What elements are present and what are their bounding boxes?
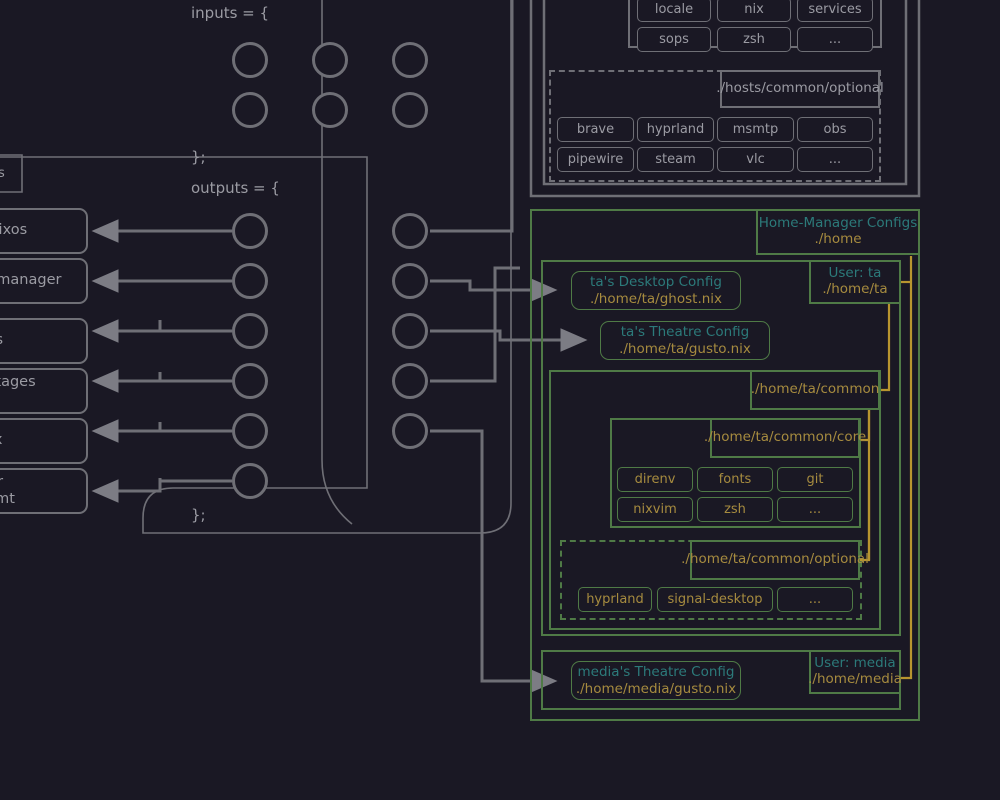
flake-output-port-l1[interactable] xyxy=(232,213,268,249)
module-chip[interactable]: locale xyxy=(637,0,711,22)
flake-input-port-5[interactable] xyxy=(312,92,348,128)
home-manager-title: Home-Manager Configs xyxy=(758,215,918,232)
flake-target-box-1[interactable]: es/nixos xyxy=(0,208,88,254)
flake-target-line2: gs-fmt xyxy=(0,491,15,507)
ta-optional-tab: ./home/ta/common/optional xyxy=(681,540,869,580)
flake-input-port-6[interactable] xyxy=(392,92,428,128)
ta-core-tab-label: ./home/ta/common/core xyxy=(703,429,867,446)
module-chip[interactable]: obs xyxy=(797,117,873,142)
config-node-media-theatre[interactable]: media's Theatre Config ./home/media/gust… xyxy=(571,661,741,700)
flake-output-port-l3[interactable] xyxy=(232,313,268,349)
module-chip[interactable]: zsh xyxy=(697,497,773,522)
ta-common-tab-label: ./home/ta/common xyxy=(750,381,880,398)
home-manager-path: ./home xyxy=(814,231,862,247)
nixos-optional-tab-label: ./hosts/common/optional xyxy=(716,80,884,97)
flake-target-line1: atter xyxy=(0,473,4,490)
flake-output-port-r5[interactable] xyxy=(392,413,428,449)
module-chip[interactable]: services xyxy=(797,0,873,22)
flake-output-port-r3[interactable] xyxy=(392,313,428,349)
config-node-path: ./home/media/gusto.nix xyxy=(575,680,737,697)
config-node-path: ./home/ta/gusto.nix xyxy=(619,340,751,357)
module-chip[interactable]: msmtp xyxy=(717,117,794,142)
module-chip[interactable]: git xyxy=(777,467,853,492)
flake-target-box-2[interactable]: me-manager xyxy=(0,258,88,304)
flake-target-box-4[interactable]: Packages kgs xyxy=(0,368,88,414)
module-chip[interactable]: ... xyxy=(777,587,853,612)
module-chip[interactable]: fonts xyxy=(697,467,773,492)
module-chip[interactable]: hyprland xyxy=(578,587,652,612)
flake-output-port-l5[interactable] xyxy=(232,413,268,449)
flake-target-line1: rlays xyxy=(0,332,86,349)
nixos-optional-tab: ./hosts/common/optional xyxy=(716,70,884,108)
module-chip[interactable]: ... xyxy=(797,27,873,52)
flake-output-port-l2[interactable] xyxy=(232,263,268,299)
module-chip[interactable]: ... xyxy=(777,497,853,522)
flake-target-line1: ll.nix xyxy=(0,432,86,449)
flake-output-port-r1[interactable] xyxy=(392,213,428,249)
flake-outputs-label: outputs = { xyxy=(191,179,280,197)
module-chip[interactable]: sops xyxy=(637,27,711,52)
flake-target-line1: es/nixos xyxy=(0,222,28,239)
flake-outputs-close: }; xyxy=(191,506,206,524)
flake-output-port-l6[interactable] xyxy=(232,463,268,499)
user-ta-tab: User: ta ./home/ta xyxy=(809,260,901,304)
flake-inputs-close: }; xyxy=(191,148,206,166)
module-chip[interactable]: pipewire xyxy=(557,147,634,172)
flake-input-port-1[interactable] xyxy=(232,42,268,78)
module-chip[interactable]: zsh xyxy=(717,27,791,52)
ta-core-tab: ./home/ta/common/core xyxy=(704,418,866,458)
module-chip[interactable]: hyprland xyxy=(637,117,714,142)
ta-common-tab: ./home/ta/common xyxy=(750,370,880,410)
module-chip[interactable]: nix xyxy=(717,0,791,22)
flake-input-port-3[interactable] xyxy=(392,42,428,78)
module-chip[interactable]: nixvim xyxy=(617,497,693,522)
flake-target-box-5[interactable]: ll.nix xyxy=(0,418,88,464)
home-manager-tab: Home-Manager Configs ./home xyxy=(756,209,920,255)
flake-target-line1: me-manager xyxy=(0,272,62,289)
config-node-ta-desktop[interactable]: ta's Desktop Config ./home/ta/ghost.nix xyxy=(571,271,741,310)
config-node-title: ta's Desktop Config xyxy=(590,274,722,291)
user-ta-path: ./home/ta xyxy=(822,281,888,297)
config-node-title: ta's Theatre Config xyxy=(620,324,750,341)
user-media-title: User: media xyxy=(814,655,896,672)
flake-input-port-2[interactable] xyxy=(312,42,348,78)
ta-optional-tab-label: ./home/ta/common/optional xyxy=(681,551,869,568)
flake-output-port-r2[interactable] xyxy=(392,263,428,299)
flake-input-port-4[interactable] xyxy=(232,92,268,128)
flake-target-line2: kgs xyxy=(0,391,86,408)
config-node-path: ./home/ta/ghost.nix xyxy=(589,290,723,307)
user-media-tab: User: media ./home/media xyxy=(808,650,902,694)
flake-clipped-box-label: s xyxy=(0,166,5,181)
flake-inputs-label: inputs = { xyxy=(191,4,270,22)
module-chip[interactable]: vlc xyxy=(717,147,794,172)
user-ta-title: User: ta xyxy=(828,265,882,282)
module-chip[interactable]: signal-desktop xyxy=(657,587,773,612)
config-node-title: media's Theatre Config xyxy=(577,664,735,681)
diagram-canvas: inputs = { }; outputs = { }; es/nixos me… xyxy=(0,0,1000,800)
config-node-ta-theatre[interactable]: ta's Theatre Config ./home/ta/gusto.nix xyxy=(600,321,770,360)
flake-output-port-l4[interactable] xyxy=(232,363,268,399)
module-chip[interactable]: direnv xyxy=(617,467,693,492)
flake-target-line1: Packages xyxy=(0,373,36,390)
flake-output-port-r4[interactable] xyxy=(392,363,428,399)
module-chip[interactable]: steam xyxy=(637,147,714,172)
module-chip[interactable]: brave xyxy=(557,117,634,142)
user-media-path: ./home/media xyxy=(808,671,902,687)
flake-target-box-6[interactable]: atter gs-fmt xyxy=(0,468,88,514)
flake-target-box-3[interactable]: rlays xyxy=(0,318,88,364)
module-chip[interactable]: ... xyxy=(797,147,873,172)
